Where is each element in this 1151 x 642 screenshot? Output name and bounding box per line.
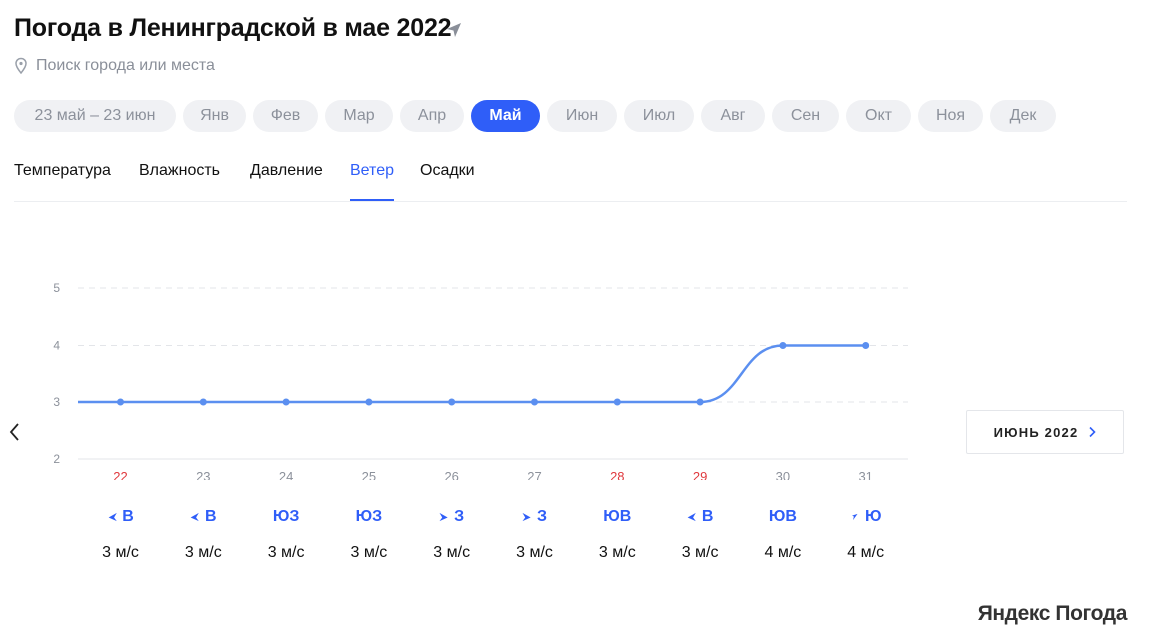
location-arrow-icon[interactable]	[444, 20, 464, 40]
chevron-right-icon	[1089, 426, 1097, 438]
y-tick-label: 5	[53, 281, 60, 295]
x-tick-label: 27	[527, 469, 541, 480]
arrow-west-icon	[687, 512, 696, 522]
x-tick-label: 22	[113, 469, 127, 480]
month-pill-12[interactable]: Дек	[990, 100, 1056, 132]
search-placeholder: Поиск города или места	[36, 57, 215, 74]
wind-direction-label: В	[122, 508, 134, 525]
wind-direction-4: З	[439, 507, 464, 527]
wind-speed-3: 3 м/с	[350, 544, 388, 561]
tab-3[interactable]: Ветер	[350, 162, 394, 201]
tab-0[interactable]: Температура	[14, 162, 111, 201]
x-tick-label: 23	[196, 469, 210, 480]
month-pill-9[interactable]: Сен	[772, 100, 839, 132]
data-point-1[interactable]	[199, 398, 207, 406]
arrow-west-icon	[108, 512, 117, 522]
wind-series-line	[78, 344, 866, 404]
data-point-4[interactable]	[448, 398, 456, 406]
month-pill-8[interactable]: Авг	[701, 100, 765, 132]
month-pill-7[interactable]: Июл	[624, 100, 694, 132]
wind-direction-2: ЮЗ	[273, 507, 300, 527]
wind-direction-9: Ю	[850, 507, 882, 527]
month-pill-10[interactable]: Окт	[846, 100, 911, 132]
tab-4[interactable]: Осадки	[420, 162, 475, 201]
wind-direction-label: Ю	[864, 508, 882, 525]
data-point-0[interactable]	[117, 398, 124, 406]
month-pill-4[interactable]: Апр	[400, 100, 464, 132]
wind-speed-7: 3 м/с	[681, 544, 719, 561]
brand-logo: Яндекс Погода	[977, 602, 1128, 625]
month-pill-0[interactable]: 23 май – 23 июн	[14, 100, 176, 132]
wind-speed-8: 4 м/с	[764, 544, 802, 561]
wind-direction-7: В	[687, 507, 714, 527]
x-tick-label: 30	[776, 469, 790, 480]
wind-direction-label: В	[205, 508, 217, 525]
month-pill-2[interactable]: Фев	[253, 100, 318, 132]
tab-2[interactable]: Давление	[250, 162, 323, 201]
wind-direction-1: В	[190, 507, 217, 527]
data-point-2[interactable]	[282, 398, 290, 406]
month-pill-1[interactable]: Янв	[183, 100, 246, 132]
x-tick-label: 31	[858, 469, 872, 480]
month-pill-11[interactable]: Ноя	[918, 100, 983, 132]
wind-speed-4: 3 м/с	[433, 544, 471, 561]
wind-direction-8: ЮВ	[769, 507, 797, 527]
wind-direction-6: ЮВ	[603, 507, 631, 527]
wind-direction-label: З	[454, 508, 465, 525]
data-point-3[interactable]	[365, 398, 373, 406]
month-pill-3[interactable]: Мар	[325, 100, 393, 132]
arrow-east-icon	[521, 512, 531, 522]
data-point-9[interactable]	[862, 342, 870, 349]
wind-direction-label: ЮЗ	[355, 508, 383, 525]
map-pin-icon	[15, 57, 27, 75]
metric-tabs: Температура Влажность Давление Ветер Осадки	[14, 160, 1127, 202]
page-title: Погода в Ленинградской в мае 2022	[14, 14, 452, 42]
data-point-8[interactable]	[779, 342, 787, 349]
y-tick-label: 3	[53, 395, 60, 409]
month-selector: 23 май – 23 июн Янв Фев Мар Апр Май Июн Июл Авг С…	[14, 100, 1056, 132]
wind-direction-5: З	[521, 507, 548, 527]
data-point-7[interactable]	[696, 398, 704, 406]
wind-speed-9: 4 м/с	[847, 544, 885, 561]
search-input[interactable]: Поиск города или места	[14, 56, 215, 76]
data-point-6[interactable]	[613, 398, 621, 406]
month-pill-5[interactable]: Май	[471, 100, 540, 132]
next-month-label: ИЮНЬ 2022	[993, 424, 1079, 440]
wind-direction-label: ЮЗ	[272, 508, 300, 525]
arrow-east-icon	[439, 512, 448, 522]
wind-direction-label: ЮВ	[603, 508, 632, 525]
wind-speed-2: 3 м/с	[267, 544, 305, 561]
y-tick-label: 2	[53, 452, 60, 466]
wind-direction-label: З	[536, 508, 548, 525]
next-month-button[interactable]: ИЮНЬ 2022	[966, 410, 1124, 454]
x-tick-label: 29	[693, 469, 707, 480]
wind-direction-label: ЮВ	[768, 508, 797, 525]
wind-direction-3: ЮЗ	[356, 507, 383, 527]
wind-direction-0: В	[107, 507, 134, 527]
y-tick-label: 4	[53, 339, 60, 353]
arrow-northeast-icon	[851, 513, 858, 521]
wind-speed-1: 3 м/с	[184, 544, 222, 561]
x-tick-label: 28	[610, 469, 624, 480]
wind-speed-5: 3 м/с	[516, 544, 553, 561]
wind-speed-6: 3 м/с	[598, 544, 636, 561]
arrow-west-icon	[190, 512, 200, 522]
wind-chart: 234522 23 24 25 26 27 28 29 30 31	[53, 281, 908, 480]
wind-speed-0: 3 м/с	[102, 544, 139, 561]
x-tick-label: 24	[279, 469, 293, 480]
x-tick-label: 25	[362, 469, 376, 480]
data-point-5[interactable]	[531, 398, 538, 406]
tab-1[interactable]: Влажность	[139, 162, 220, 201]
x-tick-label: 26	[444, 469, 458, 480]
month-pill-6[interactable]: Июн	[547, 100, 617, 132]
wind-direction-label: В	[701, 508, 714, 525]
